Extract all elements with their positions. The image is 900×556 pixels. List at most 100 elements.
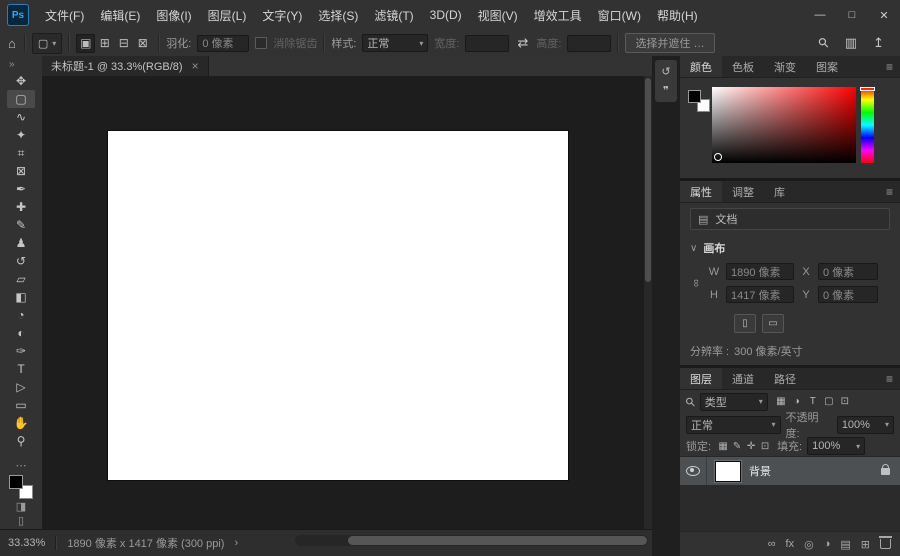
- canvas-width-input[interactable]: 1890 像素: [726, 263, 794, 280]
- layer-mask-icon[interactable]: ◎: [804, 538, 814, 551]
- menubar-item[interactable]: 窗口(W): [590, 0, 649, 30]
- link-dimensions-icon[interactable]: ∞: [690, 277, 702, 289]
- lock-image-pixels-icon[interactable]: ✎: [730, 438, 744, 454]
- select-and-mask-button[interactable]: 选择并遮住 …: [625, 33, 715, 53]
- panel-menu-icon[interactable]: ≡: [879, 56, 900, 77]
- document-canvas[interactable]: [108, 131, 568, 480]
- quick-mask-icon[interactable]: ◨: [16, 502, 26, 513]
- rectangular-marquee-tool[interactable]: ▢: [7, 90, 35, 108]
- canvas-x-input[interactable]: 0 像素: [818, 263, 878, 280]
- delete-layer-button[interactable]: [879, 536, 892, 549]
- new-layer-icon[interactable]: ⊞: [861, 538, 870, 551]
- orientation-portrait-button[interactable]: ▯: [734, 314, 756, 333]
- canvas-height-input[interactable]: 1417 像素: [726, 286, 794, 303]
- minimize-button[interactable]: —: [804, 0, 836, 30]
- swap-width-height-icon[interactable]: ⇄: [515, 35, 530, 51]
- canvas-pasteboard[interactable]: [42, 76, 652, 530]
- brush-tool[interactable]: ✎: [7, 216, 35, 234]
- tab-paths[interactable]: 路径: [764, 368, 806, 389]
- crop-tool[interactable]: ⌗: [7, 144, 35, 162]
- tab-swatches[interactable]: 色板: [722, 56, 764, 77]
- type-tool[interactable]: T: [7, 360, 35, 378]
- height-input[interactable]: [567, 34, 612, 52]
- link-layers-icon[interactable]: ∞: [768, 538, 776, 551]
- panel-menu-icon[interactable]: ≡: [879, 368, 900, 389]
- pen-tool[interactable]: ✑: [7, 342, 35, 360]
- tab-gradients[interactable]: 渐变: [764, 56, 806, 77]
- intersect-selection-mode-button[interactable]: ⊠: [133, 34, 152, 53]
- tab-libraries[interactable]: 库: [764, 181, 795, 202]
- filter-smart-objects-icon[interactable]: ⊡: [837, 394, 853, 410]
- menubar-item[interactable]: 文字(Y): [254, 0, 310, 30]
- layer-search-icon[interactable]: ⚲: [682, 393, 698, 409]
- maximize-button[interactable]: □: [836, 0, 868, 30]
- menubar-item[interactable]: 图层(L): [200, 0, 255, 30]
- home-icon[interactable]: ⌂: [6, 36, 18, 51]
- canvas-section-header[interactable]: ∨ 画布: [690, 240, 890, 256]
- frame-tool[interactable]: ⊠: [7, 162, 35, 180]
- width-input[interactable]: [465, 34, 510, 52]
- screen-mode-icon[interactable]: ▯: [18, 516, 24, 527]
- path-selection-tool[interactable]: ▷: [7, 378, 35, 396]
- horizontal-scrollbar[interactable]: [295, 535, 648, 546]
- lock-position-icon[interactable]: ✛: [744, 438, 758, 454]
- clone-stamp-tool[interactable]: ♟: [7, 234, 35, 252]
- tab-channels[interactable]: 通道: [722, 368, 764, 389]
- layer-visibility-toggle[interactable]: [680, 457, 707, 485]
- style-dropdown[interactable]: 正常 ▾: [362, 34, 429, 52]
- eyedropper-tool[interactable]: ✒: [7, 180, 35, 198]
- tab-patterns[interactable]: 图案: [806, 56, 848, 77]
- color-field-marker[interactable]: [714, 153, 722, 161]
- move-tool[interactable]: ✥: [7, 72, 35, 90]
- tab-adjustments[interactable]: 调整: [722, 181, 764, 202]
- vertical-scrollbar-thumb[interactable]: [645, 78, 651, 283]
- menubar-item[interactable]: 帮助(H): [649, 0, 706, 30]
- lasso-tool[interactable]: ∿: [7, 108, 35, 126]
- layer-filter-type-dropdown[interactable]: 类型 ▾: [699, 392, 768, 411]
- feather-input[interactable]: 0 像素: [197, 34, 250, 52]
- menubar-item[interactable]: 滤镜(T): [366, 0, 421, 30]
- hue-slider-marker[interactable]: [860, 87, 875, 91]
- menubar-item[interactable]: 图像(I): [148, 0, 199, 30]
- menubar-item[interactable]: 视图(V): [470, 0, 526, 30]
- subtract-from-selection-mode-button[interactable]: ⊟: [114, 34, 133, 53]
- document-properties-row[interactable]: ▤ 文档: [690, 208, 890, 230]
- foreground-color-swatch[interactable]: [688, 90, 701, 103]
- new-group-icon[interactable]: ▤: [840, 538, 850, 551]
- blur-tool[interactable]: ◔: [7, 306, 35, 324]
- zoom-tool[interactable]: ⚲: [7, 432, 35, 450]
- filter-type-layers-icon[interactable]: T: [805, 394, 821, 410]
- tab-properties[interactable]: 属性: [680, 181, 722, 202]
- layer-thumbnail[interactable]: [714, 459, 742, 483]
- filter-adjustment-layers-icon[interactable]: ◑: [789, 394, 805, 410]
- history-brush-tool[interactable]: ↺: [7, 252, 35, 270]
- vertical-scrollbar[interactable]: [644, 76, 652, 530]
- search-icon[interactable]: ⚲: [814, 33, 835, 54]
- canvas-y-input[interactable]: 0 像素: [818, 286, 878, 303]
- gradient-tool[interactable]: ◧: [7, 288, 35, 306]
- comments-panel-button[interactable]: ❞: [655, 81, 677, 100]
- antialias-checkbox[interactable]: [255, 37, 268, 49]
- lock-artboard-icon[interactable]: ⊡: [758, 438, 772, 454]
- menubar-item[interactable]: 选择(S): [310, 0, 366, 30]
- foreground-color-swatch[interactable]: [9, 475, 23, 489]
- horizontal-scrollbar-thumb[interactable]: [347, 536, 647, 545]
- document-tab[interactable]: 未标题-1 @ 33.3%(RGB/8) ×: [42, 56, 209, 76]
- layer-effects-icon[interactable]: fx: [786, 538, 795, 551]
- toolbar-collapse-chevron-icon[interactable]: »: [0, 56, 42, 72]
- menubar-item[interactable]: 编辑(E): [92, 0, 148, 30]
- close-button[interactable]: ✕: [868, 0, 900, 30]
- hand-tool[interactable]: ✋: [7, 414, 35, 432]
- tab-color[interactable]: 颜色: [680, 56, 722, 77]
- filter-shape-layers-icon[interactable]: ▢: [821, 394, 837, 410]
- adjustment-layer-icon[interactable]: ◑: [824, 538, 831, 551]
- new-selection-mode-button[interactable]: ▣: [76, 33, 96, 53]
- eraser-tool[interactable]: ▱: [7, 270, 35, 288]
- zoom-level-field[interactable]: 33.33%: [8, 537, 45, 549]
- add-to-selection-mode-button[interactable]: ⊞: [95, 34, 114, 53]
- orientation-landscape-button[interactable]: ▭: [762, 314, 784, 333]
- workspace-switcher-icon[interactable]: ▥: [843, 35, 859, 51]
- filter-pixel-layers-icon[interactable]: ▦: [773, 394, 789, 410]
- tab-layers[interactable]: 图层: [680, 368, 722, 389]
- dodge-tool[interactable]: ◐: [7, 324, 35, 342]
